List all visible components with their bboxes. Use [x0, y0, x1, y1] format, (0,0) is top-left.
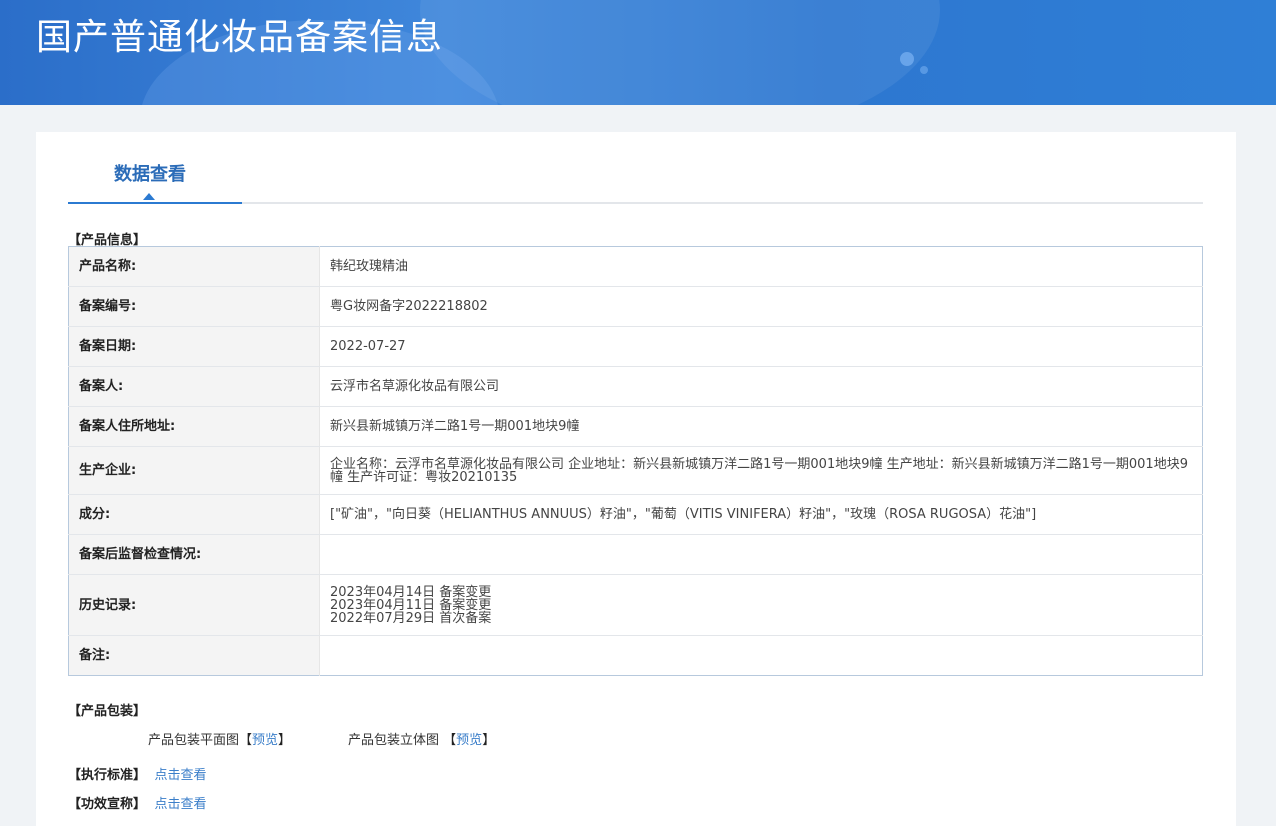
row-label-filer-address: 备案人住所地址: — [68, 406, 320, 447]
tab-label: 数据查看 — [114, 164, 186, 185]
row-value-ingredients: ["矿油"，"向日葵（HELIANTHUS ANNUUS）籽油"，"葡萄（VIT… — [319, 494, 1203, 535]
table-row: 备注: — [68, 635, 1203, 676]
row-value-history: 2023年04月14日 备案变更 2023年04月11日 备案变更 2022年0… — [319, 574, 1203, 636]
row-value-product-name: 韩纪玫瑰精油 — [319, 246, 1203, 287]
row-value-manufacturer: 企业名称：云浮市名草源化妆品有限公司 企业地址：新兴县新城镇万洋二路1号一期00… — [319, 446, 1203, 495]
table-row: 备案后监督检查情况: — [68, 534, 1203, 575]
bracket-open: 【 — [443, 733, 457, 748]
standard-view-link[interactable]: 点击查看 — [155, 768, 207, 783]
table-row: 历史记录: 2023年04月14日 备案变更 2023年04月11日 备案变更 … — [68, 574, 1203, 636]
row-value-remarks — [320, 636, 1203, 676]
table-row: 备案编号: 粤G妆网备字2022218802 — [68, 286, 1203, 327]
banner-decoration — [900, 52, 914, 66]
tab-data-view[interactable]: 数据查看 — [68, 132, 242, 204]
packaging-heading: 【产品包装】 — [68, 704, 147, 719]
table-row: 产品名称: 韩纪玫瑰精油 — [68, 246, 1203, 287]
row-value-filing-number: 粤G妆网备字2022218802 — [319, 286, 1203, 327]
product-info-table: 产品名称: 韩纪玫瑰精油 备案编号: 粤G妆网备字2022218802 备案日期… — [68, 246, 1203, 676]
table-row: 备案人住所地址: 新兴县新城镇万洋二路1号一期001地块9幢 — [68, 406, 1203, 447]
row-label-remarks: 备注: — [68, 635, 320, 676]
row-label-manufacturer: 生产企业: — [68, 446, 320, 495]
banner-decoration — [420, 0, 940, 105]
row-label-ingredients: 成分: — [68, 494, 320, 535]
standard-row: 【执行标准】 点击查看 — [68, 764, 207, 783]
efficacy-heading: 【功效宣称】 — [68, 797, 147, 812]
row-label-filing-number: 备案编号: — [68, 286, 320, 327]
table-row: 备案人: 云浮市名草源化妆品有限公司 — [68, 366, 1203, 407]
table-row: 成分: ["矿油"，"向日葵（HELIANTHUS ANNUUS）籽油"，"葡萄… — [68, 494, 1203, 535]
efficacy-view-link[interactable]: 点击查看 — [155, 797, 207, 812]
standard-heading: 【执行标准】 — [68, 768, 147, 783]
bracket-close: 】 — [278, 733, 292, 748]
row-label-product-name: 产品名称: — [68, 246, 320, 287]
tab-active-caret-icon — [143, 193, 155, 200]
row-label-history: 历史记录: — [68, 574, 320, 636]
banner-decoration — [920, 66, 928, 74]
tab-bar: 数据查看 — [68, 132, 1203, 204]
row-label-filing-date: 备案日期: — [68, 326, 320, 367]
row-value-supervision — [319, 534, 1203, 575]
table-row: 备案日期: 2022-07-27 — [68, 326, 1203, 367]
row-label-supervision: 备案后监督检查情况: — [68, 534, 320, 575]
bracket-close: 】 — [482, 733, 496, 748]
header-banner: 国产普通化妆品备案信息 — [0, 0, 1276, 105]
row-value-filing-date: 2022-07-27 — [319, 326, 1203, 367]
packaging-flat-label: 产品包装平面图 — [148, 733, 240, 748]
row-value-filer-address: 新兴县新城镇万洋二路1号一期001地块9幢 — [319, 406, 1203, 447]
table-row: 生产企业: 企业名称：云浮市名草源化妆品有限公司 企业地址：新兴县新城镇万洋二路… — [68, 446, 1203, 495]
packaging-flat-item: 产品包装平面图【预览】 — [148, 729, 291, 748]
row-label-filer: 备案人: — [68, 366, 320, 407]
page-title: 国产普通化妆品备案信息 — [36, 17, 444, 58]
packaging-flat-preview-link[interactable]: 预览 — [252, 733, 278, 748]
packaging-3d-label: 产品包装立体图 — [348, 733, 440, 748]
packaging-3d-preview-link[interactable]: 预览 — [456, 733, 482, 748]
history-entry: 2023年04月11日 备案变更 — [330, 597, 492, 613]
row-value-filer: 云浮市名草源化妆品有限公司 — [319, 366, 1203, 407]
bracket-open: 【 — [239, 733, 253, 748]
history-entry: 2023年04月14日 备案变更 — [330, 584, 492, 600]
efficacy-row: 【功效宣称】 点击查看 — [68, 793, 207, 812]
packaging-3d-item: 产品包装立体图 【预览】 — [348, 729, 495, 748]
content-card: 数据查看 【产品信息】 产品名称: 韩纪玫瑰精油 备案编号: 粤G妆网备字202… — [36, 132, 1236, 826]
history-entry: 2022年07月29日 首次备案 — [330, 610, 492, 626]
